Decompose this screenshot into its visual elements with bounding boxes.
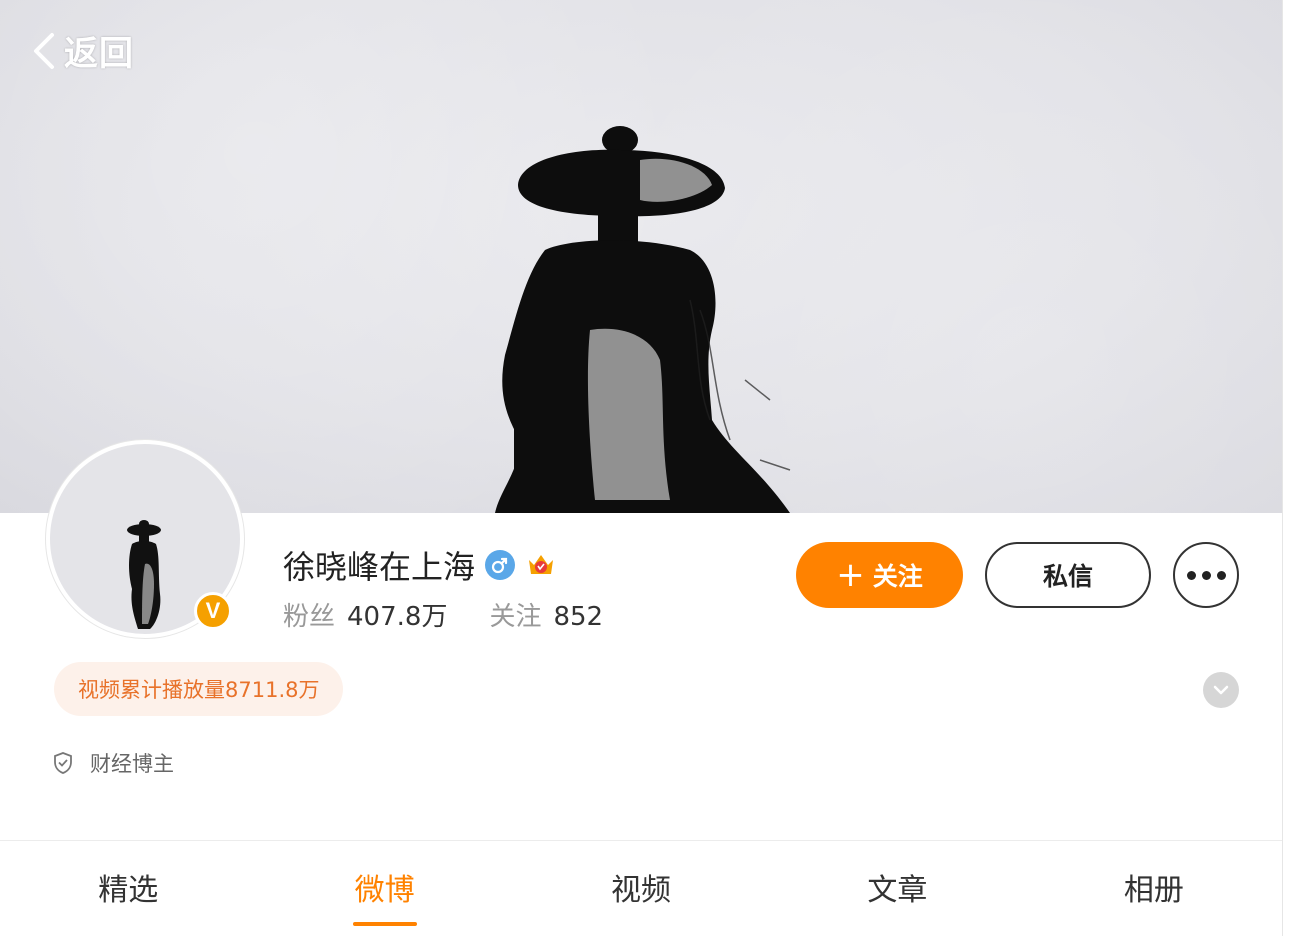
category-label: 财经博主: [90, 752, 174, 776]
profile-name-row: 徐晓峰在上海: [283, 542, 557, 588]
plus-icon: +: [836, 555, 865, 595]
follow-label: 关注: [872, 562, 923, 591]
fans-label: 粉丝: [283, 602, 336, 632]
following-label: 关注: [489, 602, 542, 632]
tab-featured[interactable]: 精选: [0, 841, 256, 936]
tab-album[interactable]: 相册: [1026, 841, 1282, 936]
following-count[interactable]: 852: [553, 602, 603, 632]
crown-icon[interactable]: [525, 550, 557, 580]
chevron-left-icon: [34, 32, 54, 69]
cover-silhouette: [495, 126, 791, 513]
profile-name: 徐晓峰在上海: [283, 548, 476, 586]
more-dots-icon[interactable]: [1173, 542, 1239, 608]
back-button[interactable]: 返回: [30, 26, 134, 75]
cover-image: 返回: [0, 0, 1282, 513]
verified-badge-icon: V: [194, 592, 232, 630]
fans-count[interactable]: 407.8万: [347, 596, 447, 633]
tab-video[interactable]: 视频: [513, 841, 769, 936]
play-count-tag: 视频累计播放量8711.8万: [54, 662, 344, 716]
shield-icon: [54, 752, 72, 774]
message-label: 私信: [1042, 562, 1093, 591]
active-tab-indicator: [352, 922, 417, 926]
message-button[interactable]: 私信: [985, 542, 1151, 608]
tab-articles[interactable]: 文章: [769, 841, 1025, 936]
tab-weibo[interactable]: 微博: [256, 841, 512, 936]
follow-button[interactable]: + 关注: [796, 542, 963, 608]
expand-chevron-down-icon[interactable]: [1203, 672, 1239, 708]
male-icon: [485, 550, 516, 580]
profile-stats: 粉丝 407.8万 关注 852: [283, 596, 603, 633]
category-tag: 财经博主: [52, 748, 174, 778]
back-label: 返回: [64, 34, 134, 74]
profile-page: 返回 V 徐晓峰在上海 粉丝 407.8万 关注 852 + 关注 私信 视频累…: [0, 0, 1283, 936]
profile-tabs: 精选 微博 视频 文章 相册: [0, 841, 1282, 936]
